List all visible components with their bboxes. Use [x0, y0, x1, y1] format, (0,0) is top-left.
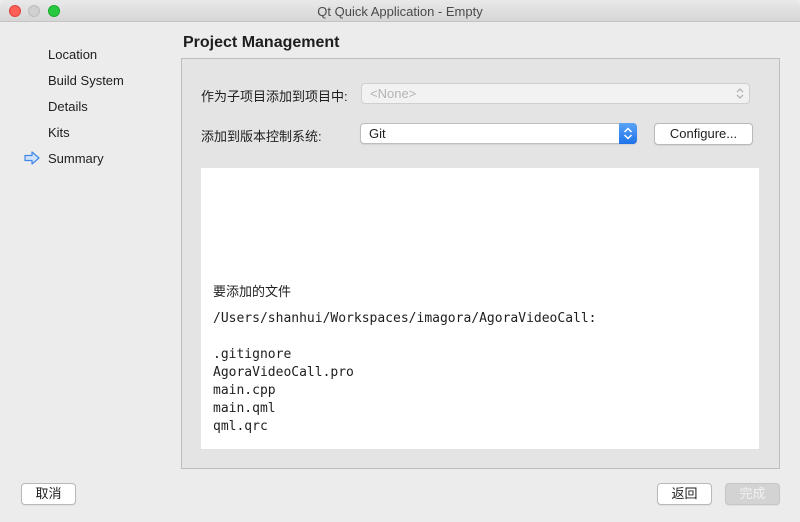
files-heading: 要添加的文件	[213, 284, 292, 299]
vcs-select-arrow[interactable]	[619, 123, 637, 144]
window-title: Qt Quick Application - Empty	[317, 4, 483, 19]
step-location: Location	[48, 47, 98, 62]
configure-button[interactable]: Configure...	[654, 123, 753, 145]
step-summary: Summary	[48, 151, 104, 166]
step-kits: Kits	[48, 125, 70, 140]
title-bar: Qt Quick Application - Empty	[0, 0, 800, 22]
right-arrow-icon	[24, 151, 40, 165]
file-item: .gitignore	[213, 347, 292, 362]
wizard-steps-sidebar	[0, 22, 170, 472]
vcs-value: Git	[369, 126, 386, 141]
back-button[interactable]: 返回	[657, 483, 712, 505]
vcs-label: 添加到版本控制系统:	[201, 129, 322, 144]
add-to-project-label: 作为子项目添加到项目中:	[201, 89, 348, 104]
vcs-select[interactable]: Git	[360, 123, 637, 144]
file-item: main.qml	[213, 401, 276, 416]
updown-chevron-icon	[623, 127, 633, 140]
step-build-system: Build System	[48, 73, 124, 88]
step-details: Details	[48, 99, 88, 114]
file-item: qml.qrc	[213, 419, 268, 434]
file-item: main.cpp	[213, 383, 276, 398]
add-to-project-select: <None>	[361, 83, 750, 104]
add-to-project-value: <None>	[370, 86, 417, 101]
files-path: /Users/shanhui/Workspaces/imagora/AgoraV…	[213, 311, 597, 326]
updown-chevron-icon	[736, 88, 744, 99]
page-title: Project Management	[183, 34, 340, 51]
files-summary-box: 要添加的文件 /Users/shanhui/Workspaces/imagora…	[201, 168, 759, 449]
wizard-window: Qt Quick Application - Empty Location Bu…	[0, 0, 800, 522]
file-item: AgoraVideoCall.pro	[213, 365, 354, 380]
cancel-button[interactable]: 取消	[21, 483, 76, 505]
finish-button: 完成	[725, 483, 780, 505]
